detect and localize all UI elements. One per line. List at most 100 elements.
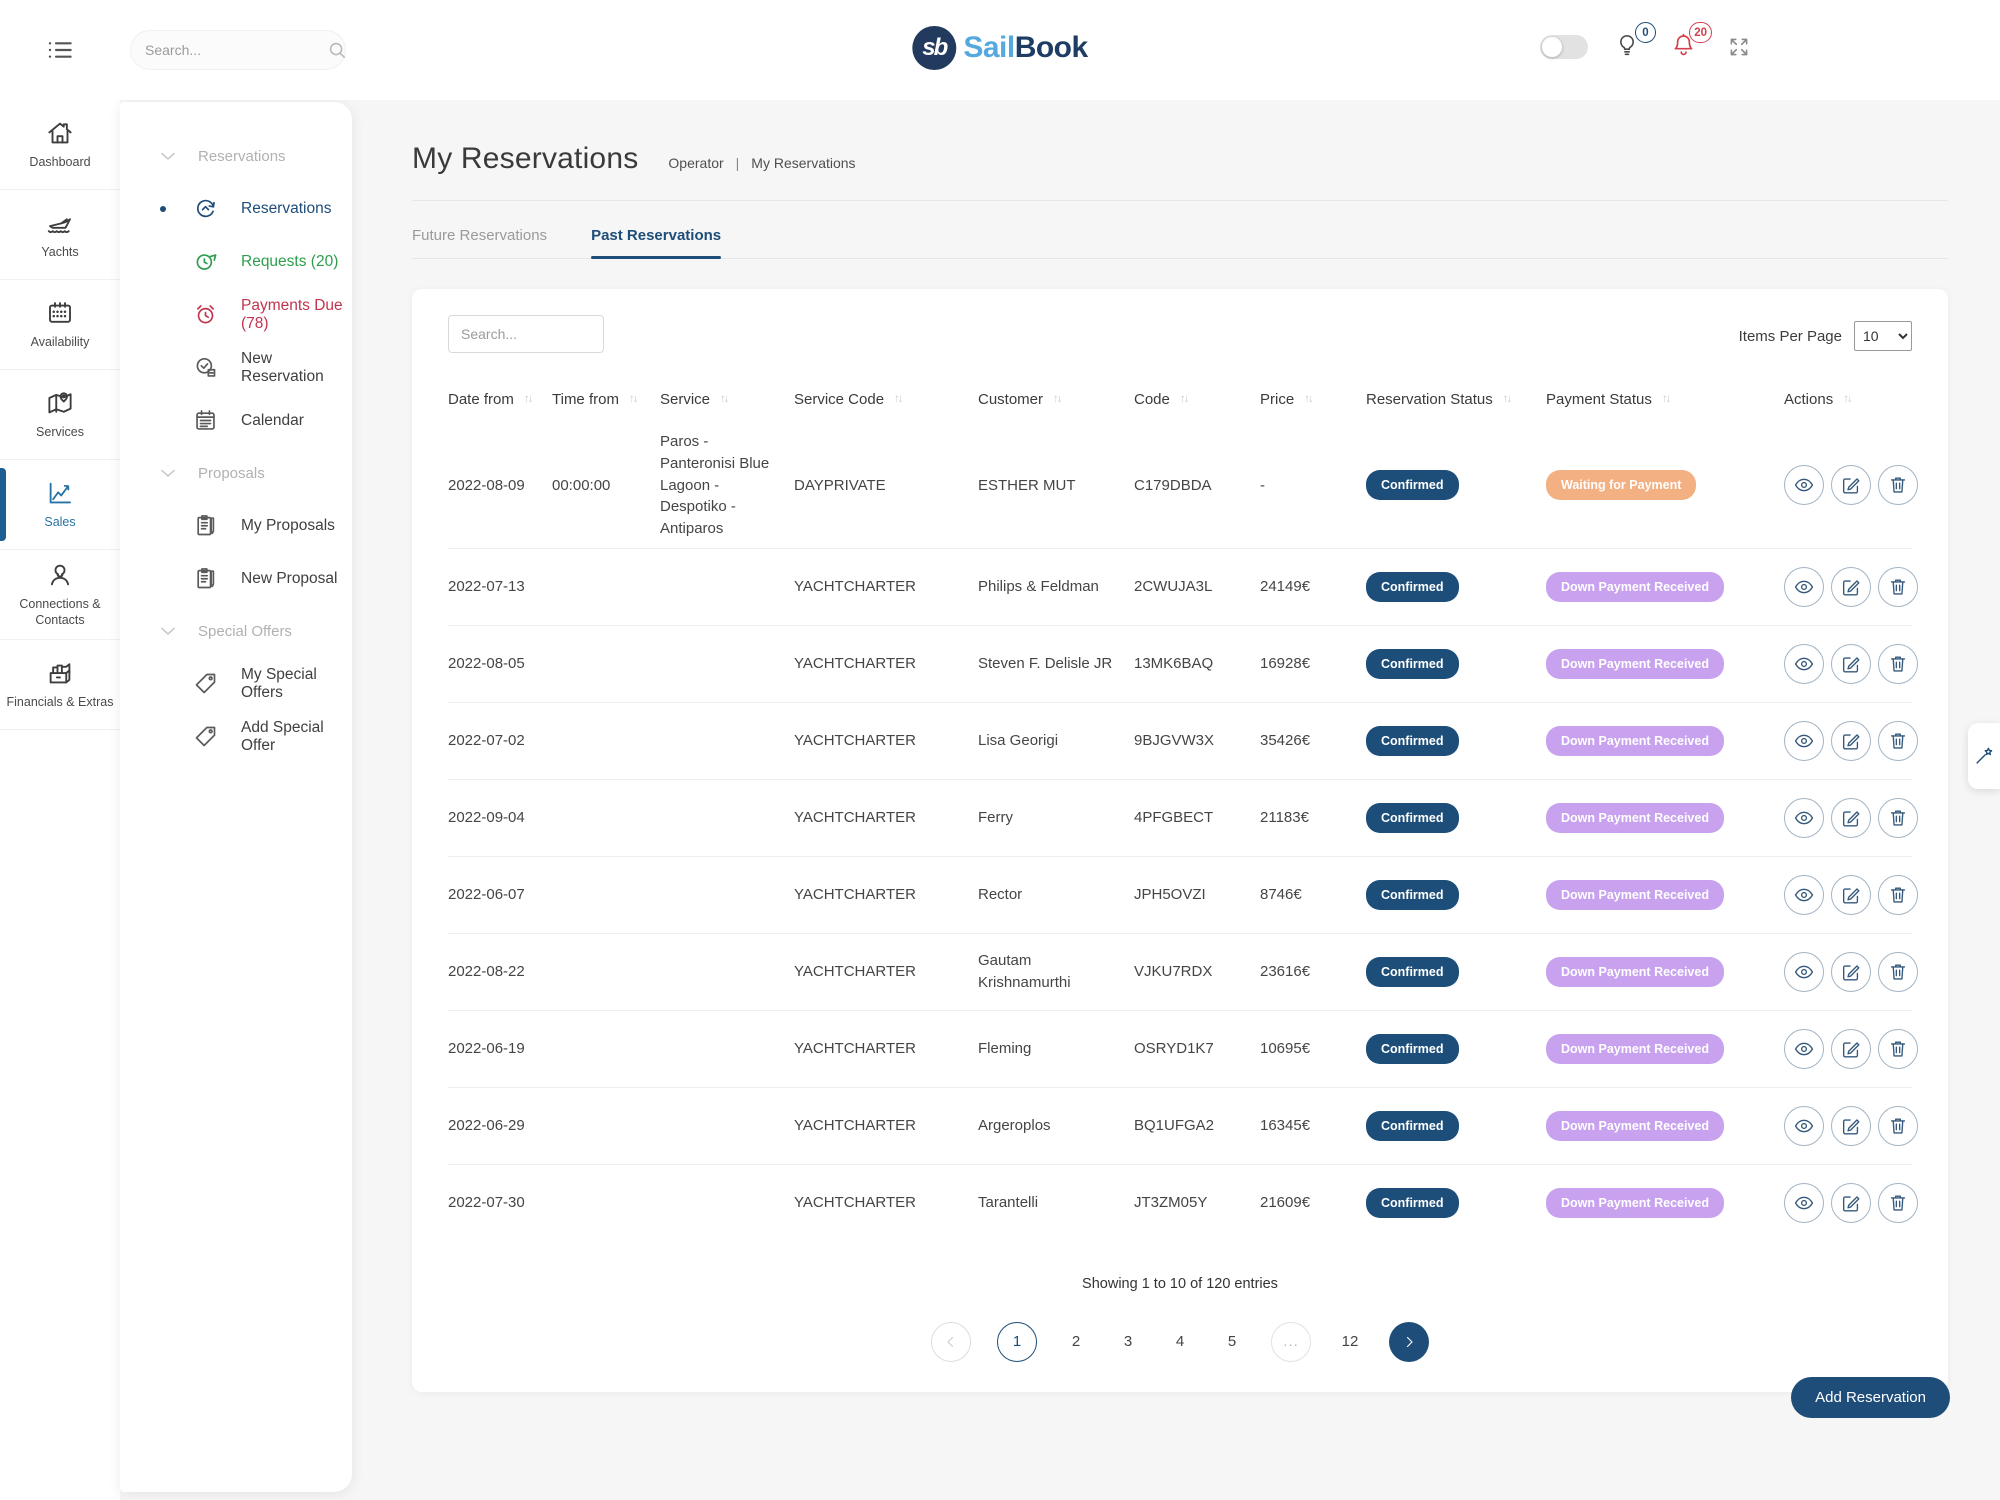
sidebar-item-yachts[interactable]: Yachts [0, 190, 120, 280]
table-search-input[interactable] [448, 315, 604, 353]
table-row[interactable]: 2022-07-02YACHTCHARTERLisa Georigi9BJGVW… [448, 703, 1912, 780]
nav-group-special-offers[interactable]: Special Offers [120, 605, 352, 657]
sidebar-item-sales[interactable]: Sales [0, 460, 120, 550]
edit-button[interactable] [1831, 644, 1871, 684]
edit-button[interactable] [1831, 1106, 1871, 1146]
column-header-actions[interactable]: Actions ↑↓ [1784, 391, 1912, 408]
table-row[interactable]: 2022-07-30YACHTCHARTERTarantelliJT3ZM05Y… [448, 1165, 1912, 1242]
sort-arrows-icon[interactable]: ↑↓ [720, 393, 728, 405]
subnav-item-payments-due-78[interactable]: Payments Due (78) [120, 288, 352, 341]
delete-button[interactable] [1878, 875, 1918, 915]
view-button[interactable] [1784, 1106, 1824, 1146]
view-button[interactable] [1784, 567, 1824, 607]
column-header-customer[interactable]: Customer ↑↓ [978, 391, 1134, 408]
delete-button[interactable] [1878, 721, 1918, 761]
delete-button[interactable] [1878, 952, 1918, 992]
delete-button[interactable] [1878, 567, 1918, 607]
edit-button[interactable] [1831, 721, 1871, 761]
edit-button[interactable] [1831, 465, 1871, 505]
delete-button[interactable] [1878, 644, 1918, 684]
column-header-date-from[interactable]: Date from ↑↓ [448, 391, 552, 408]
pagination-page-12[interactable]: 12 [1337, 1333, 1363, 1350]
subnav-item-my-special-offers[interactable]: My Special Offers [120, 657, 352, 710]
subnav-item-reservations[interactable]: Reservations [120, 182, 352, 235]
nav-group-reservations[interactable]: Reservations [120, 130, 352, 182]
column-header-code[interactable]: Code ↑↓ [1134, 391, 1260, 408]
sidebar-item-services[interactable]: Services [0, 370, 120, 460]
column-header-price[interactable]: Price ↑↓ [1260, 391, 1366, 408]
table-row[interactable]: 2022-07-13YACHTCHARTERPhilips & Feldman2… [448, 549, 1912, 626]
sidebar-item-financials-extras[interactable]: Financials & Extras [0, 640, 120, 730]
edit-button[interactable] [1831, 567, 1871, 607]
subnav-item-add-special-offer[interactable]: Add Special Offer [120, 710, 352, 763]
sort-arrows-icon[interactable]: ↑↓ [1053, 393, 1061, 405]
view-button[interactable] [1784, 952, 1824, 992]
view-button[interactable] [1784, 644, 1824, 684]
edit-button[interactable] [1831, 1183, 1871, 1223]
column-header-reservation-status[interactable]: Reservation Status ↑↓ [1366, 391, 1546, 408]
sidebar-item-dashboard[interactable]: Dashboard [0, 100, 120, 190]
table-row[interactable]: 2022-06-19YACHTCHARTERFlemingOSRYD1K7106… [448, 1011, 1912, 1088]
table-row[interactable]: 2022-06-29YACHTCHARTERArgeroplosBQ1UFGA2… [448, 1088, 1912, 1165]
table-row[interactable]: 2022-08-22YACHTCHARTERGautam Krishnamurt… [448, 934, 1912, 1011]
subnav-item-my-proposals[interactable]: My Proposals [120, 499, 352, 552]
global-search-input[interactable] [145, 42, 326, 58]
pagination-ellipsis[interactable]: ... [1271, 1322, 1311, 1362]
tab-past-reservations[interactable]: Past Reservations [591, 227, 721, 258]
sort-arrows-icon[interactable]: ↑↓ [894, 393, 902, 405]
add-reservation-button[interactable]: Add Reservation [1791, 1377, 1950, 1418]
delete-button[interactable] [1878, 1183, 1918, 1223]
delete-button[interactable] [1878, 1106, 1918, 1146]
sidebar-item-availability[interactable]: Availability [0, 280, 120, 370]
pagination-next-button[interactable] [1389, 1322, 1429, 1362]
pagination-page-4[interactable]: 4 [1167, 1333, 1193, 1350]
pagination-page-2[interactable]: 2 [1063, 1333, 1089, 1350]
column-header-time-from[interactable]: Time from ↑↓ [552, 391, 660, 408]
tab-future-reservations[interactable]: Future Reservations [412, 227, 547, 258]
table-row[interactable]: 2022-08-0900:00:00Paros - Panteronisi Bl… [448, 423, 1912, 549]
subnav-item-new-reservation[interactable]: New Reservation [120, 341, 352, 394]
table-row[interactable]: 2022-08-05YACHTCHARTERSteven F. Delisle … [448, 626, 1912, 703]
column-header-payment-status[interactable]: Payment Status ↑↓ [1546, 391, 1784, 408]
quick-actions-tab[interactable] [1968, 723, 2000, 789]
delete-button[interactable] [1878, 798, 1918, 838]
sort-arrows-icon[interactable]: ↑↓ [1180, 393, 1188, 405]
nav-group-proposals[interactable]: Proposals [120, 447, 352, 499]
sort-arrows-icon[interactable]: ↑↓ [1662, 393, 1670, 405]
sort-arrows-icon[interactable]: ↑↓ [524, 393, 532, 405]
pagination-page-1[interactable]: 1 [997, 1322, 1037, 1362]
subnav-item-calendar[interactable]: Calendar [120, 394, 352, 447]
pagination-page-5[interactable]: 5 [1219, 1333, 1245, 1350]
pagination-page-3[interactable]: 3 [1115, 1333, 1141, 1350]
view-button[interactable] [1784, 1183, 1824, 1223]
sailbook-logo[interactable]: sb SailBook [912, 26, 1087, 70]
view-button[interactable] [1784, 798, 1824, 838]
column-header-service[interactable]: Service ↑↓ [660, 391, 794, 408]
edit-button[interactable] [1831, 952, 1871, 992]
sort-arrows-icon[interactable]: ↑↓ [1304, 393, 1312, 405]
sort-arrows-icon[interactable]: ↑↓ [1843, 393, 1851, 405]
view-button[interactable] [1784, 1029, 1824, 1069]
edit-button[interactable] [1831, 875, 1871, 915]
items-per-page-select[interactable]: 10 [1854, 321, 1912, 351]
theme-toggle[interactable] [1540, 35, 1588, 59]
menu-toggle-icon[interactable] [44, 34, 76, 66]
notifications-button[interactable]: 20 [1670, 30, 1700, 64]
sort-arrows-icon[interactable]: ↑↓ [1503, 393, 1511, 405]
sidebar-item-connections-contacts[interactable]: Connections & Contacts [0, 550, 120, 640]
pagination-prev-button[interactable] [931, 1322, 971, 1362]
delete-button[interactable] [1878, 1029, 1918, 1069]
sort-arrows-icon[interactable]: ↑↓ [629, 393, 637, 405]
breadcrumb-operator[interactable]: Operator [668, 155, 723, 171]
table-row[interactable]: 2022-09-04YACHTCHARTERFerry4PFGBECT21183… [448, 780, 1912, 857]
table-row[interactable]: 2022-06-07YACHTCHARTERRectorJPH5OVZI8746… [448, 857, 1912, 934]
edit-button[interactable] [1831, 1029, 1871, 1069]
view-button[interactable] [1784, 875, 1824, 915]
subnav-item-requests-20[interactable]: Requests (20) [120, 235, 352, 288]
view-button[interactable] [1784, 721, 1824, 761]
search-icon[interactable] [326, 39, 348, 61]
edit-button[interactable] [1831, 798, 1871, 838]
fullscreen-icon[interactable] [1726, 34, 1752, 60]
subnav-item-new-proposal[interactable]: New Proposal [120, 552, 352, 605]
delete-button[interactable] [1878, 465, 1918, 505]
